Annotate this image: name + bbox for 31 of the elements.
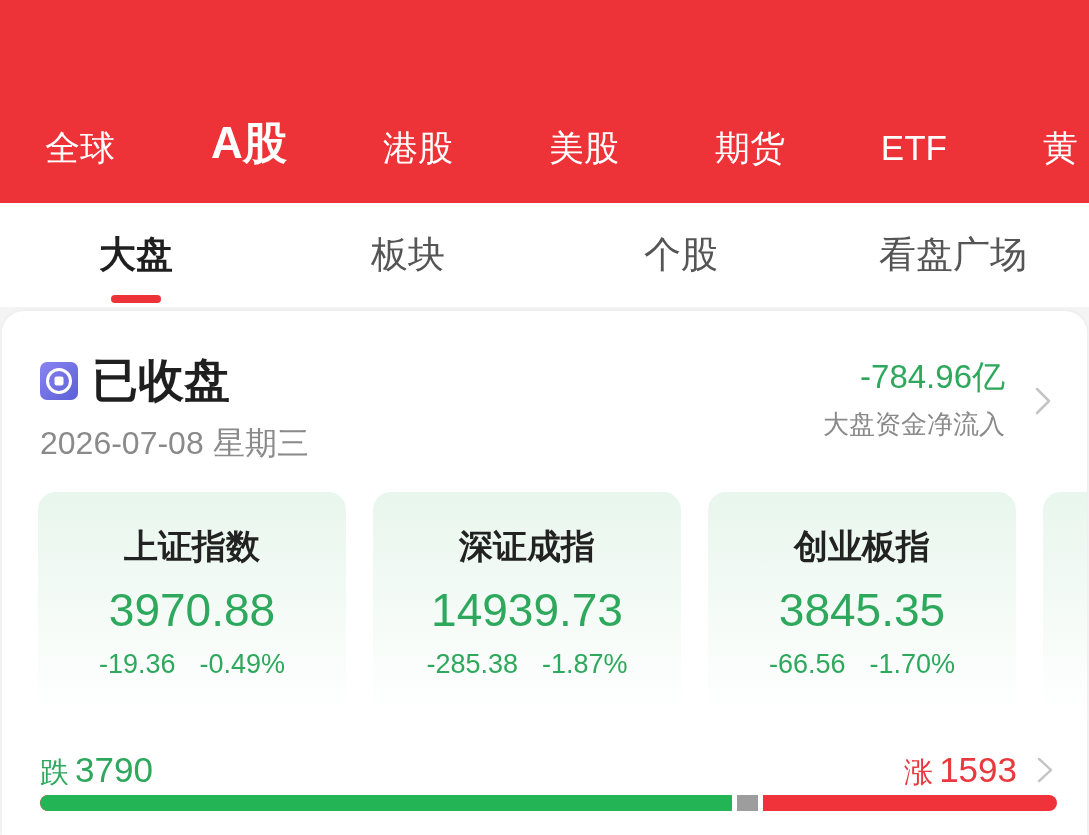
index-name: 深证成指	[459, 528, 595, 566]
market-tab[interactable]: 美股	[548, 130, 619, 165]
sub-tab[interactable]: 个股	[643, 233, 718, 278]
index-value: 14939.73	[431, 585, 623, 634]
chevron-right-icon[interactable]	[1037, 757, 1053, 784]
sub-tab[interactable]: 大盘	[99, 233, 174, 278]
rising-count: 涨 1593	[904, 751, 1017, 790]
falling-count: 跌 3790	[40, 751, 153, 790]
market-tab[interactable]: 黄	[1042, 130, 1078, 165]
market-status: 已收盘	[92, 353, 230, 409]
index-change-percent: -1.87%	[542, 649, 628, 680]
sub-tab[interactable]: 板块	[371, 233, 446, 278]
market-tab[interactable]: A股	[211, 121, 287, 165]
net-flow-label: 大盘资金净流入	[823, 408, 1005, 442]
index-change-percent: -1.70%	[869, 649, 956, 680]
index-name: 创业板指	[794, 528, 930, 566]
index-change: -19.36	[98, 649, 176, 680]
index-value: 3970.88	[108, 585, 276, 634]
market-tab[interactable]: 全球	[45, 130, 115, 165]
index-change-percent: -0.49%	[199, 649, 286, 680]
trade-date: 2026-07-08 星期三	[40, 424, 309, 464]
market-tab[interactable]: 港股	[382, 130, 453, 165]
index-value: 3845.35	[778, 585, 946, 634]
market-tab[interactable]: 期货	[714, 130, 785, 165]
market-tab[interactable]: ETF	[880, 130, 947, 165]
index-change: -285.38	[426, 649, 518, 680]
net-flow-value: -784.96亿	[860, 359, 1005, 396]
index-change: -66.56	[768, 649, 846, 680]
chevron-right-icon[interactable]	[1035, 386, 1051, 415]
index-name: 上证指数	[124, 528, 260, 566]
sub-tab[interactable]: 看盘广场	[878, 233, 1027, 278]
